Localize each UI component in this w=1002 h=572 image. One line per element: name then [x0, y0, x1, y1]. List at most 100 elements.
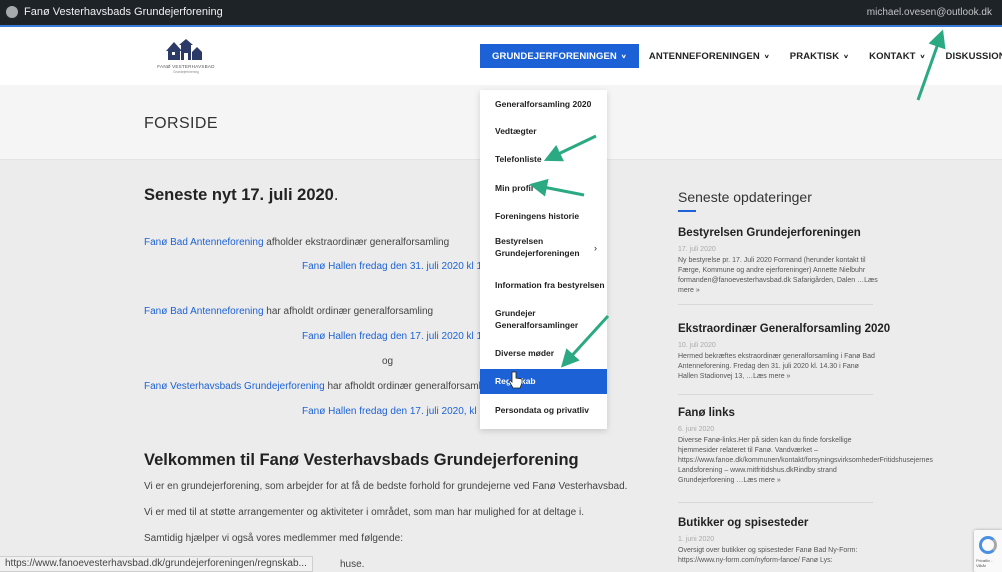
post-date: 1. juni 2020 — [678, 536, 715, 543]
post-title[interactable]: Fanø links — [678, 407, 735, 419]
dropdown-item-vedtaegter[interactable]: Vedtægter — [480, 125, 607, 137]
news-heading-dot: . — [333, 186, 339, 204]
nav-antenneforeningen[interactable]: ANTENNEFORENINGEN ∨ — [639, 44, 780, 68]
sidebar-title-underline — [678, 210, 696, 212]
post-date: 10. juli 2020 — [678, 342, 716, 349]
post-separator — [678, 502, 873, 503]
chevron-down-icon: ∨ — [919, 52, 926, 60]
site-header: FANØ VESTERHAVSBAD Grundejerforening GRU… — [0, 27, 1002, 85]
chevron-right-icon: › — [594, 280, 597, 290]
dropdown-item-generalforsamling-2020[interactable]: Generalforsamling 2020 — [480, 98, 607, 110]
dropdown-item-label: Information fra bestyrelsen — [495, 280, 605, 290]
post-excerpt-line: Oversigt over butikker og spisesteder Fa… — [678, 547, 858, 554]
post-date: 6. juni 2020 — [678, 426, 715, 433]
nav-label: PRAKTISK — [789, 50, 840, 62]
logo-subtitle: Grundejerforening — [173, 70, 199, 74]
post-excerpt-line: https://www.fanoe.dk/kommunen/kontakt/fo… — [678, 457, 933, 464]
post-title[interactable]: Bestyrelsen Grundejerforeningen — [678, 227, 861, 239]
main-nav: GRUNDEJERFORENINGEN ∨ ANTENNEFORENINGEN … — [480, 44, 1002, 68]
wordpress-icon[interactable] — [6, 6, 18, 18]
sidebar-title: Seneste opdateringer — [678, 189, 812, 205]
welcome-text: huse. — [340, 559, 365, 570]
news-link[interactable]: Fanø Bad Antenneforening — [144, 237, 264, 248]
news-og: og — [382, 356, 394, 367]
post-excerpt-line: Ny bestyrelse pr. 17. Juli 2020 Formand … — [678, 257, 866, 264]
dropdown-item-persondata[interactable]: Persondata og privatliv — [480, 404, 607, 416]
dropdown-item-telefonliste[interactable]: Telefonliste — [480, 153, 607, 165]
dropdown-item-label: Bestyrelsen — [495, 236, 544, 246]
welcome-heading: Velkommen til Fanø Vesterhavsbads Grunde… — [144, 451, 579, 469]
nav-label: DISKUSSION — [945, 50, 1002, 62]
dropdown-item-label: Grundejerforeningen — [495, 248, 580, 258]
nav-diskussion[interactable]: DISKUSSION — [936, 44, 1002, 68]
post-separator — [678, 304, 873, 305]
dropdown-item-bestyrelsen[interactable]: Bestyrelsen Grundejerforeningen › — [480, 235, 607, 261]
browser-status-bar: https://www.fanoevesterhavsbad.dk/grunde… — [0, 556, 313, 572]
nav-label: ANTENNEFORENINGEN — [648, 50, 760, 62]
post-title[interactable]: Ekstraordinær Generalforsamling 2020 — [678, 323, 890, 335]
post-excerpt-line: https://www.ny-form.com/nyform-fanoe/ Fa… — [678, 557, 833, 564]
welcome-text: Vi er med til at støtte arrangementer og… — [144, 507, 585, 518]
news-link[interactable]: Fanø Hallen fredag den 17. juli 2020 kl … — [302, 331, 488, 342]
news-heading-text: Seneste nyt 17. juli 2020 — [144, 186, 334, 204]
post-excerpt: Oversigt over butikker og spisesteder Fa… — [678, 546, 883, 566]
post-excerpt-line: Diverse Fanø-links.Her på siden kan du f… — [678, 437, 852, 444]
dropdown-item-label: Generalforsamlinger — [495, 320, 579, 330]
post-title[interactable]: Butikker og spisesteder — [678, 517, 808, 529]
user-account-link[interactable]: michael.ovesen@outlook.dk — [867, 7, 992, 18]
recaptcha-badge[interactable]: Privatliv - Vilkår — [974, 530, 1002, 572]
post-date: 17. juli 2020 — [678, 246, 716, 253]
news-text: har afholdt ordinær generalforsamling — [263, 306, 434, 317]
post-excerpt-line: Færge, Kommune og andre ejerforeninger) … — [678, 267, 866, 274]
recaptcha-icon — [979, 536, 997, 554]
news-text: har afholdt ordinær generalforsamlin — [324, 381, 489, 392]
post-excerpt-line[interactable]: Grundejerforening …Læs mere » — [678, 476, 883, 486]
dropdown-item-label: Regnskab — [495, 376, 536, 386]
welcome-text: Vi er en grundejerforening, som arbejder… — [144, 481, 628, 492]
post-excerpt-line: hjemmesider relateret til Fanø. Vandværk… — [678, 447, 818, 454]
dropdown-item-foreningens-historie[interactable]: Foreningens historie — [480, 210, 607, 222]
site-logo[interactable]: FANØ VESTERHAVSBAD Grundejerforening — [146, 39, 226, 77]
post-excerpt: Ny bestyrelse pr. 17. Juli 2020 Formand … — [678, 256, 883, 296]
chevron-down-icon: ∨ — [763, 52, 770, 60]
dropdown-item-regnskab[interactable]: Regnskab — [480, 369, 607, 394]
post-excerpt: Diverse Fanø-links.Her på siden kan du f… — [678, 436, 933, 486]
news-link[interactable]: Fanø Hallen fredag den 17. juli 2020, kl… — [302, 406, 490, 417]
dropdown-item-diverse-moeder[interactable]: Diverse møder — [480, 347, 607, 359]
news-item-3: Fanø Vesterhavsbads Grundejerforening ha… — [144, 381, 489, 392]
chevron-down-icon: ∨ — [843, 52, 850, 60]
post-excerpt-line[interactable]: mere » — [678, 286, 883, 296]
nav-kontakt[interactable]: KONTAKT ∨ — [859, 44, 935, 68]
news-link[interactable]: Fanø Bad Antenneforening — [144, 306, 264, 317]
news-item-2: Fanø Bad Antenneforening har afholdt ord… — [144, 306, 433, 317]
dropdown-item-label: Grundejer — [495, 308, 536, 318]
dropdown-item-grundejer-generalforsamlinger[interactable]: Grundejer Generalforsamlinger — [480, 307, 607, 331]
nav-label: GRUNDEJERFORENINGEN — [492, 50, 617, 62]
dropdown-item-information-fra-bestyrelsen[interactable]: Information fra bestyrelsen › — [480, 279, 607, 291]
recaptcha-text[interactable]: Privatliv - Vilkår — [976, 558, 1002, 568]
admin-bar: Fanø Vesterhavsbads Grundejerforening mi… — [0, 0, 1002, 27]
chevron-down-icon: ∨ — [620, 52, 627, 60]
grundejerforeningen-dropdown: Generalforsamling 2020 Vedtægter Telefon… — [480, 90, 607, 429]
post-excerpt-line: Hermed bekræftes ekstraordinær generalfo… — [678, 353, 875, 360]
news-heading: Seneste nyt 17. juli 2020. — [144, 186, 338, 205]
news-item-1: Fanø Bad Antenneforening afholder ekstra… — [144, 237, 449, 248]
post-excerpt: Hermed bekræftes ekstraordinær generalfo… — [678, 352, 883, 382]
post-excerpt-line[interactable]: Hallen Stadionvej 13, …Læs mere » — [678, 372, 883, 382]
nav-praktisk[interactable]: PRAKTISK ∨ — [780, 44, 859, 68]
page-title: FORSIDE — [144, 115, 218, 132]
chevron-right-icon: › — [594, 243, 597, 253]
post-excerpt-line: Antenneforening. Fredag den 31. juli 202… — [678, 363, 859, 370]
nav-grundejerforeningen[interactable]: GRUNDEJERFORENINGEN ∨ — [480, 44, 639, 68]
post-separator — [678, 394, 873, 395]
site-name[interactable]: Fanø Vesterhavsbads Grundejerforening — [24, 6, 223, 18]
dropdown-item-min-profil[interactable]: Min profil — [480, 182, 607, 194]
logo-text: FANØ VESTERHAVSBAD — [157, 64, 215, 69]
news-link[interactable]: Fanø Hallen fredag den 31. juli 2020 kl … — [302, 261, 488, 272]
post-excerpt-line: Landsforening – www.mitfritidshus.dkRind… — [678, 467, 837, 474]
admin-bar-site-link[interactable]: Fanø Vesterhavsbads Grundejerforening — [6, 6, 223, 18]
nav-label: KONTAKT — [869, 50, 916, 62]
welcome-text: Samtidig hjælper vi også vores medlemmer… — [144, 533, 403, 544]
news-link[interactable]: Fanø Vesterhavsbads Grundejerforening — [144, 381, 325, 392]
post-excerpt-line: formanden@fanoevesterhavsbad.dk Safarigå… — [678, 277, 878, 284]
